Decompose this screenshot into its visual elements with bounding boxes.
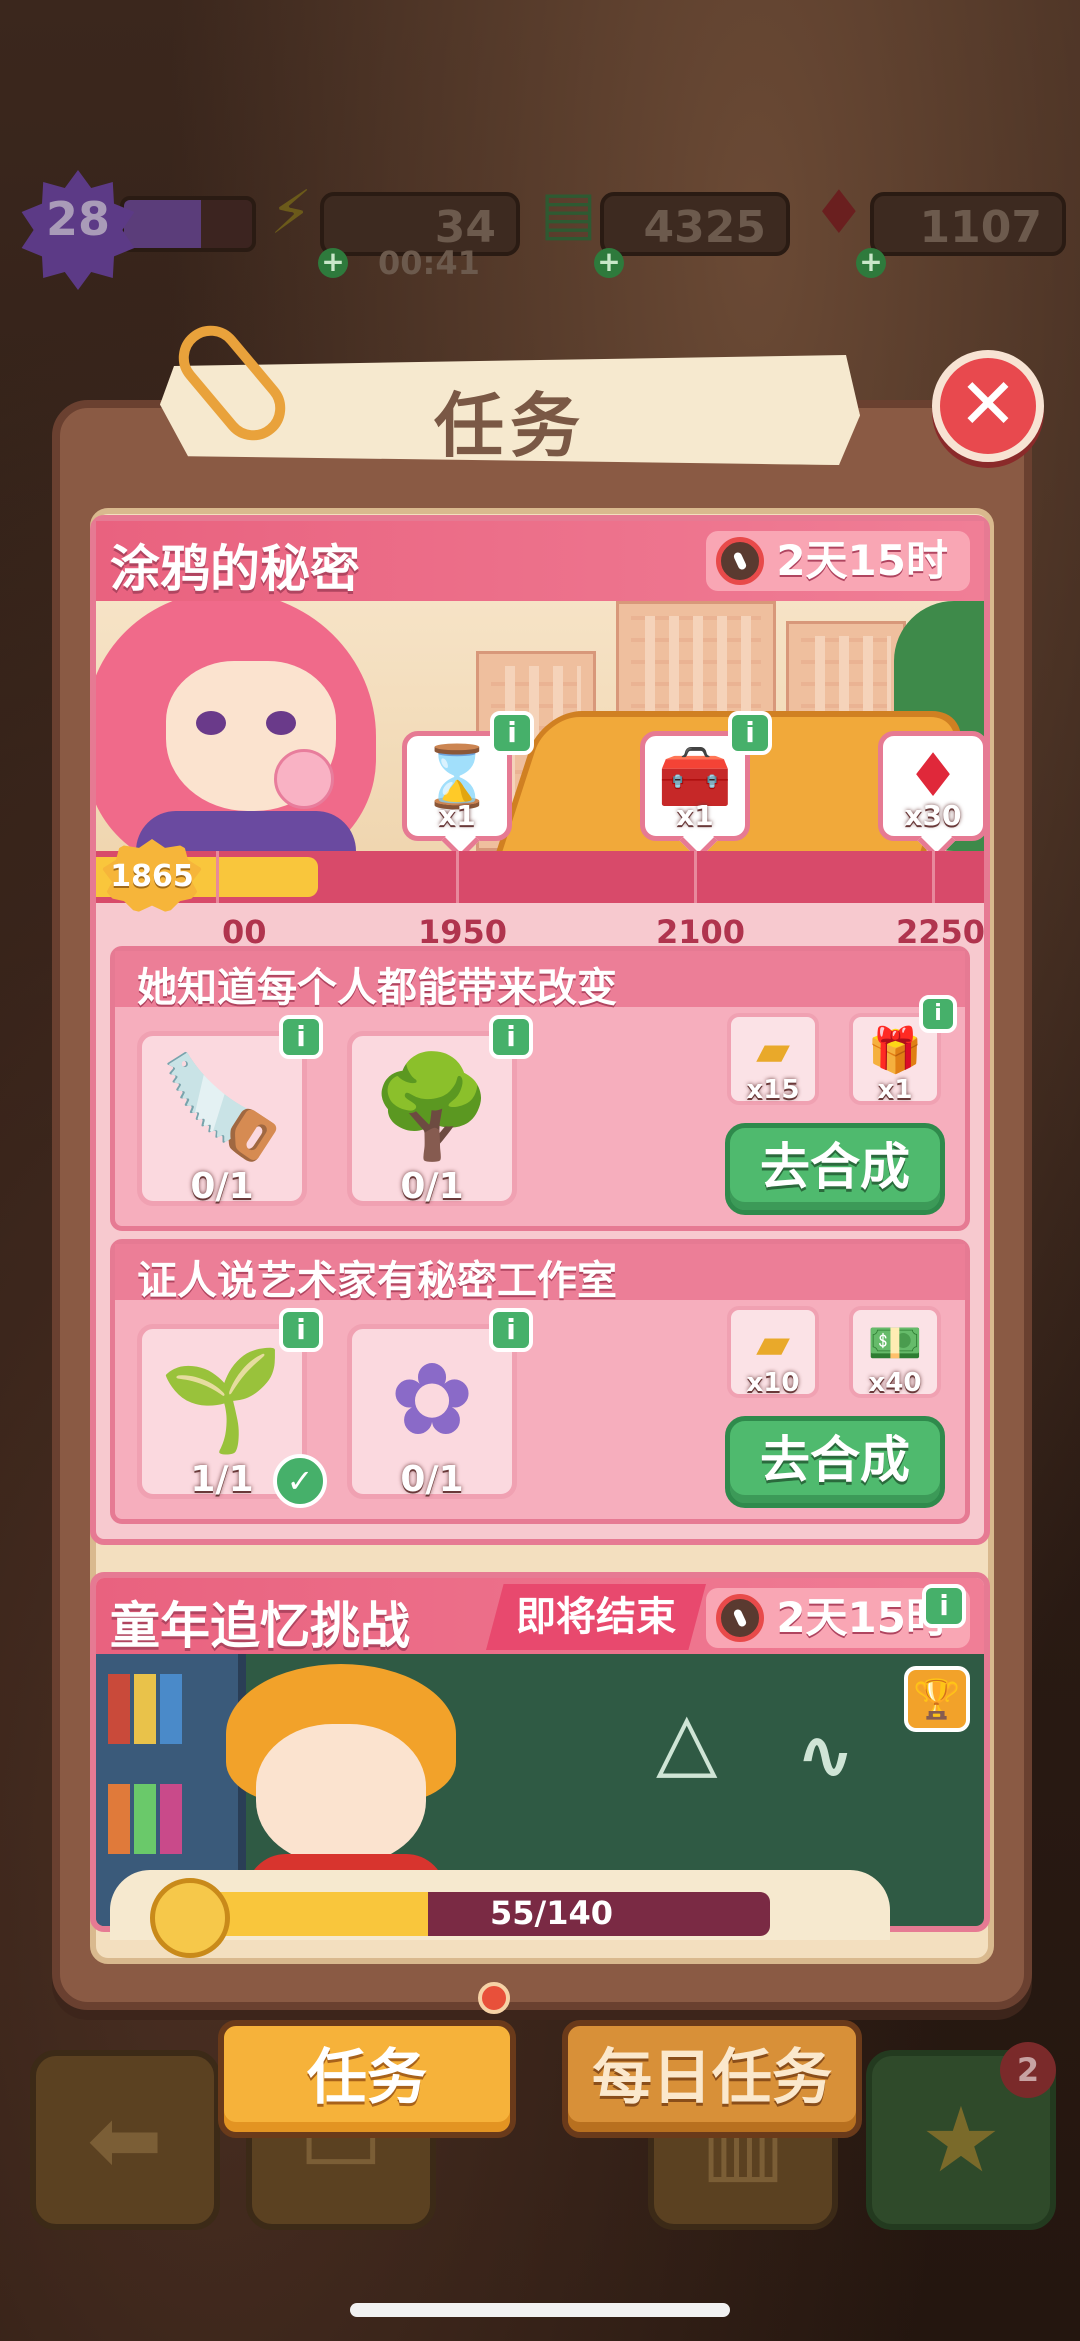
checkmark-icon: ✓	[273, 1454, 327, 1508]
go-merge-button[interactable]: 去合成	[725, 1416, 945, 1508]
tab-notification-dot	[478, 1982, 510, 2014]
task-title: 她知道每个人都能带来改变	[137, 965, 617, 1011]
points-value: 1865	[110, 859, 194, 894]
cash-counter[interactable]: 4325	[600, 192, 790, 256]
arrow-left-icon: ⬅	[87, 2087, 163, 2193]
event-title: 涂鸦的秘密	[110, 540, 360, 598]
required-item-slot[interactable]: 🪚 0/1	[137, 1031, 307, 1207]
lightning-icon: ⚡	[270, 178, 313, 248]
ruby-icon: ♦	[812, 178, 866, 248]
info-button[interactable]: i	[922, 1584, 966, 1628]
required-item-slot[interactable]: ✿ 0/1	[347, 1324, 517, 1500]
task-reward[interactable]: ▰ x10	[727, 1306, 819, 1398]
trophy-icon[interactable]: 🏆	[904, 1666, 970, 1732]
info-button[interactable]: i	[489, 1308, 533, 1352]
info-button[interactable]: i	[919, 995, 957, 1033]
ending-soon-tag: 即将结束	[486, 1584, 706, 1650]
add-gems-icon[interactable]: +	[856, 248, 886, 278]
home-indicator	[350, 2303, 730, 2317]
event-timer: 2天15时	[706, 531, 970, 591]
chalk-cone-drawing: △	[656, 1694, 718, 1787]
go-merge-button[interactable]: 去合成	[725, 1123, 945, 1215]
add-energy-icon[interactable]: +	[318, 248, 348, 278]
xp-bar	[120, 196, 256, 252]
bottom-nav: ⬅ ▭ ▥ ★ 2	[0, 2042, 1080, 2250]
item-count: 0/1	[400, 1459, 464, 1500]
close-button[interactable]: ✕	[932, 350, 1044, 462]
task-reward[interactable]: 💵 x40	[849, 1306, 941, 1398]
nav-star-button[interactable]: ★ 2	[866, 2042, 1056, 2230]
info-button[interactable]: i	[489, 1015, 533, 1059]
info-button[interactable]: i	[728, 711, 772, 755]
task-reward[interactable]: ▰ x15	[727, 1013, 819, 1105]
task-card: 她知道每个人都能带来改变 🪚 0/1 i 🌳 0/1 i ▰ x15 🎁 x1 …	[110, 946, 970, 1231]
cash-stack-icon: ▤	[540, 178, 597, 248]
item-count: 0/1	[400, 1166, 464, 1207]
info-button[interactable]: i	[279, 1015, 323, 1059]
event-card-graffiti: 涂鸦的秘密 2天15时 ⌛ x1 i 🧰 x1 i ♦ x30 1865 00 …	[90, 515, 990, 1545]
event-header: 童年追忆挑战 即将结束 2天15时	[96, 1578, 984, 1655]
clock-icon	[716, 1594, 765, 1642]
required-item-slot[interactable]: 🌳 0/1	[347, 1031, 517, 1207]
tab-daily-tasks[interactable]: 每日任务	[562, 2020, 862, 2138]
milestone-reward[interactable]: ♦ x30	[878, 731, 984, 841]
level-number: 28	[45, 192, 110, 246]
notification-badge: 2	[1000, 2042, 1056, 2098]
event-header: 涂鸦的秘密 2天15时	[96, 521, 984, 601]
medal-icon	[150, 1878, 230, 1958]
bubble-gum	[274, 749, 334, 809]
event-scene: ⌛ x1 i 🧰 x1 i ♦ x30	[96, 601, 984, 851]
task-title: 证人说艺术家有秘密工作室	[137, 1258, 617, 1304]
status-bar: 28 ⚡ 34 00:41 + ▤ 4325 + ♦ 1107 +	[0, 170, 1080, 290]
item-count: 0/1	[190, 1166, 254, 1207]
tab-tasks[interactable]: 任务	[218, 2020, 516, 2138]
info-button[interactable]: i	[279, 1308, 323, 1352]
task-card: 证人说艺术家有秘密工作室 🌱 1/1 ✓ i ✿ 0/1 i ▰ x10 💵 x…	[110, 1239, 970, 1524]
gems-counter[interactable]: 1107	[870, 192, 1066, 256]
info-button[interactable]: i	[490, 711, 534, 755]
challenge-progress-text: 55/140	[490, 1894, 614, 1932]
chalk-graph-drawing: ∿	[796, 1714, 855, 1796]
event-title: 童年追忆挑战	[110, 1597, 410, 1655]
nav-back-button[interactable]: ⬅	[30, 2050, 220, 2230]
challenge-progress: 55/140	[110, 1870, 890, 1958]
add-cash-icon[interactable]: +	[594, 248, 624, 278]
clock-icon	[716, 537, 765, 585]
energy-timer: 00:41	[378, 244, 480, 282]
event-progress-bar	[96, 851, 984, 903]
